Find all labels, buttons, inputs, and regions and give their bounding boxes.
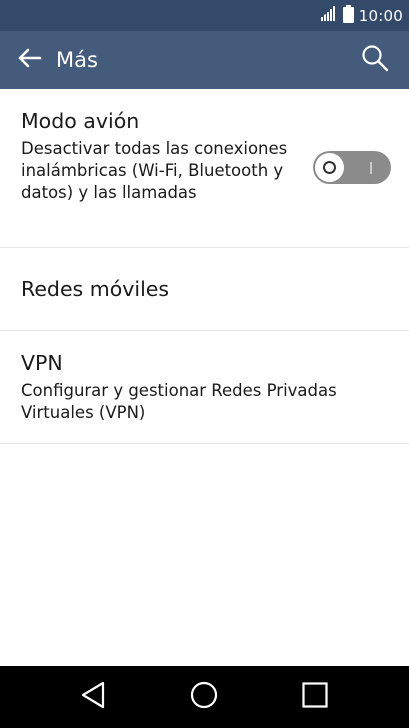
toggle-off-icon <box>323 161 336 174</box>
navigation-bar <box>0 666 409 728</box>
toggle-knob <box>315 153 344 182</box>
status-time: 10:00 <box>358 6 403 25</box>
back-button[interactable] <box>8 39 50 81</box>
toggle-on-mark <box>370 162 372 174</box>
nav-recents-icon <box>302 682 328 712</box>
setting-title: Modo avión <box>21 109 140 133</box>
setting-title: Redes móviles <box>21 277 170 301</box>
nav-home-button[interactable] <box>182 676 226 718</box>
airplane-mode-toggle[interactable] <box>313 151 391 184</box>
status-icons: 10:00 <box>320 0 403 31</box>
search-icon <box>361 44 389 76</box>
setting-airplane-mode[interactable]: Modo avión Desactivar todas las conexion… <box>0 89 409 248</box>
search-button[interactable] <box>353 38 397 82</box>
nav-home-icon <box>190 681 218 713</box>
settings-list: Modo avión Desactivar todas las conexion… <box>0 89 409 444</box>
setting-summary: Desactivar todas las conexiones inalámbr… <box>21 139 288 202</box>
nav-back-icon <box>80 681 106 713</box>
nav-back-button[interactable] <box>71 676 115 718</box>
page-title: Más <box>56 48 98 72</box>
setting-title: VPN <box>21 351 63 375</box>
setting-vpn[interactable]: VPN Configurar y gestionar Redes Privada… <box>0 331 409 444</box>
back-arrow-icon <box>16 47 42 73</box>
nav-recents-button[interactable] <box>293 676 337 718</box>
setting-summary: Configurar y gestionar Redes Privadas Vi… <box>21 381 337 422</box>
battery-icon <box>342 4 354 27</box>
signal-icon <box>320 6 338 25</box>
status-bar: 10:00 <box>0 0 409 31</box>
toolbar: Más <box>0 31 409 89</box>
setting-mobile-networks[interactable]: Redes móviles <box>0 248 409 331</box>
